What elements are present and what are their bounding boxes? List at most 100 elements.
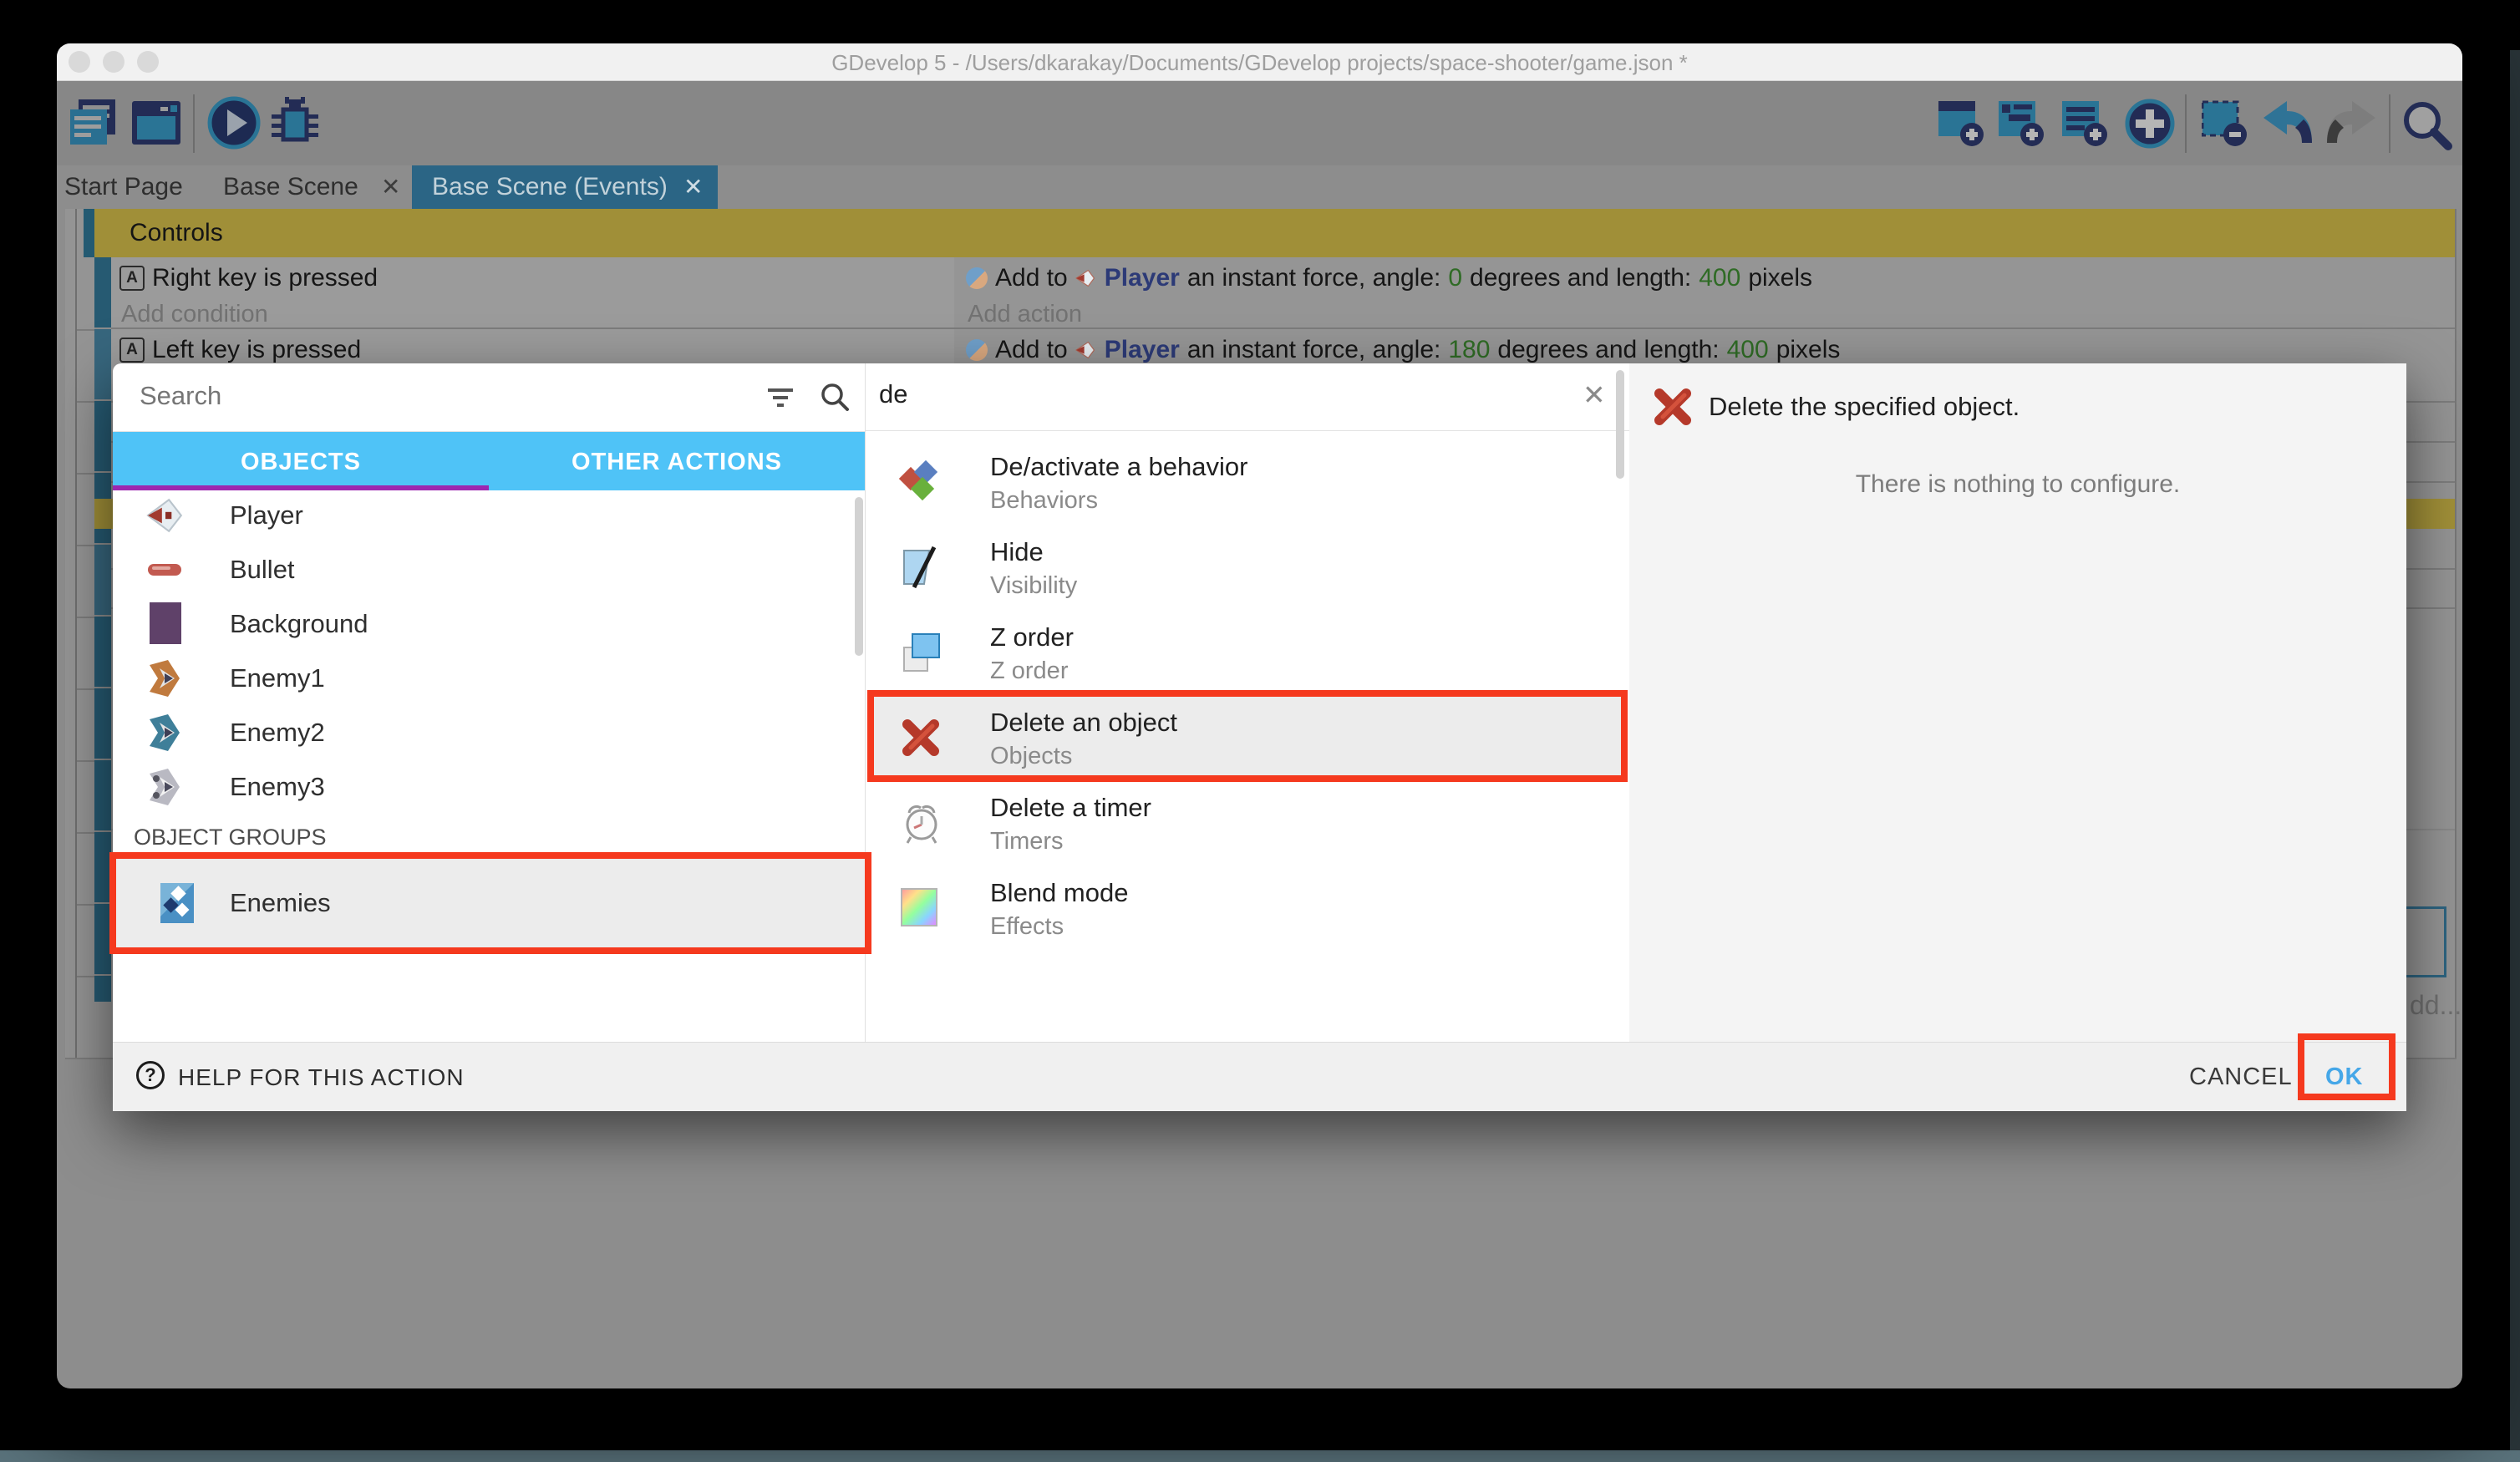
player-ship-icon	[1075, 339, 1097, 361]
action-cell[interactable]: Add to Player an instant force, angle: 0…	[954, 257, 2456, 329]
action-text: Add to	[995, 264, 1068, 292]
action-text: degrees and length:	[1470, 264, 1691, 292]
close-icon[interactable]: ✕	[381, 173, 400, 201]
add-event-partial-label[interactable]: dd...	[2410, 990, 2462, 1021]
tab-base-scene-events[interactable]: Base Scene (Events) ✕	[412, 165, 718, 209]
gutter-tick	[77, 617, 94, 618]
close-icon[interactable]: ✕	[683, 173, 703, 201]
title-bar: GDevelop 5 - /Users/dkarakay/Documents/G…	[57, 43, 2462, 81]
z-order-icon	[901, 631, 942, 674]
sheet-right-border	[2455, 209, 2456, 1059]
timer-icon	[901, 800, 942, 846]
enemy2-ship-icon	[146, 713, 185, 753]
object-row-player[interactable]: Player	[113, 489, 865, 543]
tab-objects[interactable]: OBJECTS	[113, 449, 489, 476]
enemy3-ship-icon	[146, 767, 185, 807]
action-config-panel: Delete the specified object. There is no…	[1629, 363, 2406, 1042]
annotation-box-delete-object	[867, 690, 1628, 782]
behavior-icon	[899, 460, 941, 504]
gutter-tick	[77, 329, 94, 331]
enemy1-ship-icon	[146, 658, 185, 698]
bullet-icon	[146, 553, 185, 586]
group-label: Controls	[130, 219, 223, 247]
force-hand-icon	[966, 339, 988, 361]
action-title: De/activate a behavior	[990, 452, 1247, 482]
delete-event-icon[interactable]	[2202, 99, 2250, 152]
object-label: Player	[230, 500, 303, 530]
help-icon[interactable]: ?	[136, 1061, 165, 1089]
help-button[interactable]: HELP FOR THIS ACTION	[178, 1064, 465, 1091]
condition-cell[interactable]: A Right key is pressed Add condition	[111, 257, 954, 329]
delete-cross-icon	[1653, 387, 1693, 427]
add-subevent-icon[interactable]	[1999, 99, 2047, 152]
dialog-footer: ? HELP FOR THIS ACTION CANCEL OK	[113, 1042, 2406, 1111]
action-category: Behaviors	[990, 487, 1098, 515]
object-label: Bullet	[230, 555, 295, 585]
add-condition-link[interactable]: Add condition	[121, 301, 268, 328]
condition-text: Right key is pressed	[152, 264, 378, 292]
cancel-button[interactable]: CANCEL	[2189, 1064, 2293, 1091]
action-category: Visibility	[990, 572, 1077, 600]
object-label: Enemy2	[230, 718, 325, 748]
object-row-bullet[interactable]: Bullet	[113, 543, 865, 597]
action-description: Delete the specified object.	[1709, 392, 2020, 422]
object-row-enemy1[interactable]: Enemy1	[113, 652, 865, 706]
gutter-tick	[77, 760, 94, 762]
desktop-right-strip	[2510, 50, 2520, 1462]
clear-search-icon[interactable]: ✕	[1583, 378, 1606, 411]
object-row-enemy3[interactable]: Enemy3	[113, 760, 865, 815]
action-item-delete-timer[interactable]: Delete a timer Timers	[867, 781, 1628, 866]
gutter-tick	[77, 545, 94, 546]
action-title: Hide	[990, 537, 1044, 567]
toolbar-separator	[193, 94, 195, 153]
toolbar-separator	[2185, 94, 2187, 153]
filter-icon[interactable]	[766, 385, 795, 414]
group-marker	[84, 209, 94, 257]
condition-text: Left key is pressed	[152, 336, 361, 364]
add-event-icon[interactable]	[1938, 99, 1987, 152]
gutter-tick	[77, 976, 94, 977]
tab-base-scene[interactable]: Base Scene	[223, 173, 358, 201]
left-scrollbar[interactable]	[855, 497, 863, 656]
debug-icon[interactable]	[268, 96, 322, 154]
scene-editor-icon[interactable]	[132, 101, 182, 150]
undo-icon[interactable]	[2262, 99, 2314, 152]
desktop-bottom-strip	[0, 1450, 2520, 1462]
player-ship-icon	[1075, 267, 1097, 289]
action-item-deactivate-behavior[interactable]: De/activate a behavior Behaviors	[867, 440, 1628, 525]
add-circle-icon[interactable]	[2124, 98, 2176, 154]
object-row-background[interactable]: Background	[113, 597, 865, 652]
tab-other-actions[interactable]: OTHER ACTIONS	[489, 449, 865, 476]
gutter-tick	[77, 832, 94, 834]
project-manager-icon[interactable]	[69, 98, 119, 152]
action-search-input[interactable]	[877, 378, 1549, 410]
visibility-icon	[901, 546, 939, 589]
action-title: Z order	[990, 622, 1074, 652]
blend-mode-icon	[901, 888, 937, 926]
action-title: Blend mode	[990, 878, 1128, 908]
action-angle: 180	[1448, 336, 1490, 364]
action-text: an instant force, angle:	[1187, 264, 1441, 292]
middle-scrollbar[interactable]	[1616, 370, 1624, 479]
tab-label: Base Scene (Events)	[432, 173, 668, 201]
object-groups-header: OBJECT GROUPS	[134, 825, 327, 850]
add-comment-icon[interactable]	[2062, 99, 2111, 152]
action-item-blend-mode[interactable]: Blend mode Effects	[867, 866, 1628, 952]
action-item-z-order[interactable]: Z order Z order	[867, 611, 1628, 696]
add-action-link[interactable]: Add action	[968, 301, 1082, 328]
gdevelop-window: GDevelop 5 - /Users/dkarakay/Documents/G…	[57, 43, 2462, 1388]
action-item-hide[interactable]: Hide Visibility	[867, 525, 1628, 611]
object-search-row	[113, 363, 865, 432]
object-search-input[interactable]	[138, 380, 726, 412]
object-row-enemy2[interactable]: Enemy2	[113, 706, 865, 760]
action-length: 400	[1727, 336, 1769, 364]
search-icon[interactable]	[2400, 98, 2455, 157]
event-group-header[interactable]: Controls	[94, 209, 2456, 257]
play-icon[interactable]	[207, 96, 261, 154]
redo-icon[interactable]	[2325, 99, 2377, 152]
action-text: pixels	[1748, 264, 1812, 292]
nothing-to-configure-message: There is nothing to configure.	[1629, 470, 2406, 499]
tab-start-page[interactable]: Start Page	[64, 173, 183, 201]
annotation-box-enemies	[109, 852, 871, 954]
action-angle: 0	[1448, 264, 1462, 292]
